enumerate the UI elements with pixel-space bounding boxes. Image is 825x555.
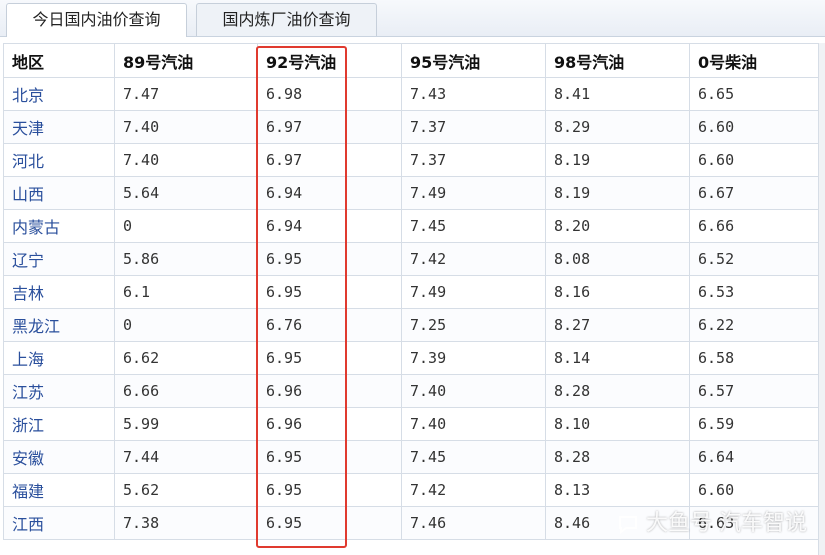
- price-cell: 0: [114, 209, 258, 243]
- price-cell: 7.42: [401, 473, 546, 507]
- price-cell: 6.58: [689, 341, 825, 375]
- price-cell: 7.44: [114, 440, 258, 474]
- price-cell: 6.65: [689, 77, 825, 111]
- region-link[interactable]: 北京: [3, 77, 115, 111]
- price-cell: 0: [114, 308, 258, 342]
- region-link[interactable]: 浙江: [3, 407, 115, 441]
- price-cell: 8.41: [545, 77, 690, 111]
- price-cell: 8.10: [545, 407, 690, 441]
- price-cell: 7.38: [114, 506, 258, 540]
- region-link[interactable]: 吉林: [3, 275, 115, 309]
- table-row: 上海 6.62 6.95 7.39 8.14 6.58: [3, 341, 825, 375]
- table-row: 河北 7.40 6.97 7.37 8.19 6.60: [3, 143, 825, 177]
- price-cell: 8.08: [545, 242, 690, 276]
- price-cell: 6.1: [114, 275, 258, 309]
- price-cell: 7.37: [401, 143, 546, 177]
- region-link[interactable]: 江苏: [3, 374, 115, 408]
- table-row: 黑龙江 0 6.76 7.25 8.27 6.22: [3, 308, 825, 342]
- price-cell: 8.14: [545, 341, 690, 375]
- region-link[interactable]: 江西: [3, 506, 115, 540]
- table-row: 江苏 6.66 6.96 7.40 8.28 6.57: [3, 374, 825, 408]
- price-cell: 6.22: [689, 308, 825, 342]
- price-cell: 8.19: [545, 143, 690, 177]
- table-row: 内蒙古 0 6.94 7.45 8.20 6.66: [3, 209, 825, 243]
- region-link[interactable]: 河北: [3, 143, 115, 177]
- price-cell: 8.29: [545, 110, 690, 144]
- price-cell: 7.49: [401, 275, 546, 309]
- region-link[interactable]: 内蒙古: [3, 209, 115, 243]
- region-link[interactable]: 福建: [3, 473, 115, 507]
- vertical-scrollbar[interactable]: [818, 43, 825, 555]
- table-row: 浙江 5.99 6.96 7.40 8.10 6.59: [3, 407, 825, 441]
- tab-today-oil-price[interactable]: 今日国内油价查询: [6, 3, 187, 37]
- tab-bar: 今日国内油价查询 国内炼厂油价查询: [0, 0, 825, 37]
- price-cell: 7.25: [401, 308, 546, 342]
- price-cell: 5.99: [114, 407, 258, 441]
- price-cell: 7.43: [401, 77, 546, 111]
- table-header-row: 地区 89号汽油 92号汽油 95号汽油 98号汽油 0号柴油: [3, 43, 825, 78]
- price-cell: 8.28: [545, 440, 690, 474]
- price-cell: 6.52: [689, 242, 825, 276]
- price-cell: 8.16: [545, 275, 690, 309]
- highlight-box-92-column: [256, 46, 347, 548]
- price-cell: 6.62: [114, 341, 258, 375]
- table-body: 北京 7.47 6.98 7.43 8.41 6.65 天津 7.40 6.97 7.37 8.29…: [3, 77, 825, 540]
- price-cell: 6.60: [689, 473, 825, 507]
- price-cell: 7.47: [114, 77, 258, 111]
- price-cell: 6.60: [689, 143, 825, 177]
- table-row: 北京 7.47 6.98 7.43 8.41 6.65: [3, 77, 825, 111]
- price-cell: 8.27: [545, 308, 690, 342]
- header-95-gasoline: 95号汽油: [401, 43, 546, 78]
- header-89-gasoline: 89号汽油: [114, 43, 258, 78]
- price-cell: 7.46: [401, 506, 546, 540]
- chat-bubble-icon: [619, 516, 637, 535]
- header-0-diesel: 0号柴油: [689, 43, 825, 78]
- table-row: 辽宁 5.86 6.95 7.42 8.08 6.52: [3, 242, 825, 276]
- header-98-gasoline: 98号汽油: [545, 43, 690, 78]
- oil-price-table-wrapper: 地区 89号汽油 92号汽油 95号汽油 98号汽油 0号柴油 北京 7.47 6.…: [3, 43, 825, 540]
- region-link[interactable]: 天津: [3, 110, 115, 144]
- region-link[interactable]: 安徽: [3, 440, 115, 474]
- price-cell: 7.45: [401, 209, 546, 243]
- price-cell: 6.60: [689, 110, 825, 144]
- price-cell: 6.64: [689, 440, 825, 474]
- price-cell: 7.42: [401, 242, 546, 276]
- table-row: 安徽 7.44 6.95 7.45 8.28 6.64: [3, 440, 825, 474]
- price-cell: 5.86: [114, 242, 258, 276]
- price-cell: 6.66: [114, 374, 258, 408]
- price-cell: 5.64: [114, 176, 258, 210]
- price-cell: 7.40: [401, 407, 546, 441]
- price-cell: 7.40: [114, 110, 258, 144]
- tab-refinery-oil-price[interactable]: 国内炼厂油价查询: [196, 3, 377, 36]
- price-cell: 7.40: [114, 143, 258, 177]
- oil-price-table: 地区 89号汽油 92号汽油 95号汽油 98号汽油 0号柴油 北京 7.47 6.…: [3, 43, 825, 540]
- table-row: 福建 5.62 6.95 7.42 8.13 6.60: [3, 473, 825, 507]
- price-cell: 8.13: [545, 473, 690, 507]
- price-cell: 6.59: [689, 407, 825, 441]
- region-link[interactable]: 上海: [3, 341, 115, 375]
- price-cell: 5.62: [114, 473, 258, 507]
- region-link[interactable]: 山西: [3, 176, 115, 210]
- price-cell: 6.67: [689, 176, 825, 210]
- price-cell: 7.49: [401, 176, 546, 210]
- table-row: 天津 7.40 6.97 7.37 8.29 6.60: [3, 110, 825, 144]
- region-link[interactable]: 辽宁: [3, 242, 115, 276]
- price-cell: 6.66: [689, 209, 825, 243]
- watermark: 大鱼号 汽车智说: [616, 504, 821, 544]
- price-cell: 8.20: [545, 209, 690, 243]
- price-cell: 7.37: [401, 110, 546, 144]
- price-cell: 7.40: [401, 374, 546, 408]
- table-row: 吉林 6.1 6.95 7.49 8.16 6.53: [3, 275, 825, 309]
- table-row: 山西 5.64 6.94 7.49 8.19 6.67: [3, 176, 825, 210]
- price-cell: 6.57: [689, 374, 825, 408]
- price-cell: 6.53: [689, 275, 825, 309]
- price-cell: 8.28: [545, 374, 690, 408]
- watermark-text: 大鱼号 汽车智说: [646, 511, 807, 536]
- price-cell: 7.39: [401, 341, 546, 375]
- region-link[interactable]: 黑龙江: [3, 308, 115, 342]
- price-cell: 7.45: [401, 440, 546, 474]
- price-cell: 8.19: [545, 176, 690, 210]
- header-region: 地区: [3, 43, 115, 78]
